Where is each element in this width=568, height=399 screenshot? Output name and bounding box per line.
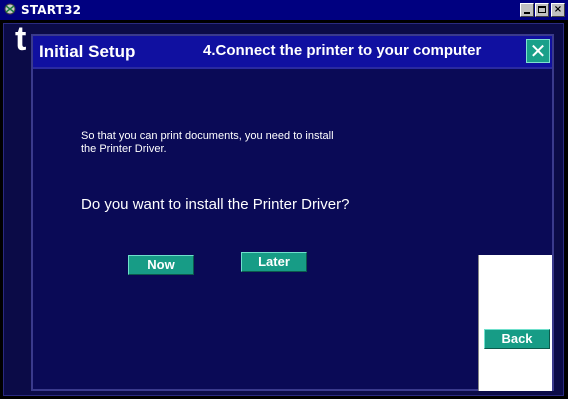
app-icon: [3, 2, 17, 16]
side-panel: [478, 255, 552, 391]
window-close-button[interactable]: ×: [551, 3, 565, 17]
setup-dialog: Initial Setup 4.Connect the printer to y…: [31, 34, 554, 391]
window-titlebar[interactable]: START32 ×: [0, 0, 568, 20]
install-question: Do you want to install the Printer Drive…: [81, 196, 350, 213]
now-button[interactable]: Now: [128, 255, 194, 275]
window-title: START32: [21, 3, 82, 17]
message-line-1: So that you can print documents, you nee…: [81, 130, 334, 142]
dialog-close-button[interactable]: ✕: [526, 39, 550, 63]
back-button[interactable]: Back: [484, 329, 550, 349]
step-title: 4.Connect the printer to your computer: [203, 42, 482, 59]
dialog-title: Initial Setup: [39, 42, 136, 61]
later-button[interactable]: Later: [241, 252, 307, 272]
message-line-2: the Printer Driver.: [81, 143, 167, 155]
dialog-header: Initial Setup 4.Connect the printer to y…: [33, 36, 552, 69]
background-letter: t: [15, 20, 27, 58]
minimize-button[interactable]: [520, 3, 534, 17]
maximize-button[interactable]: [535, 3, 549, 17]
